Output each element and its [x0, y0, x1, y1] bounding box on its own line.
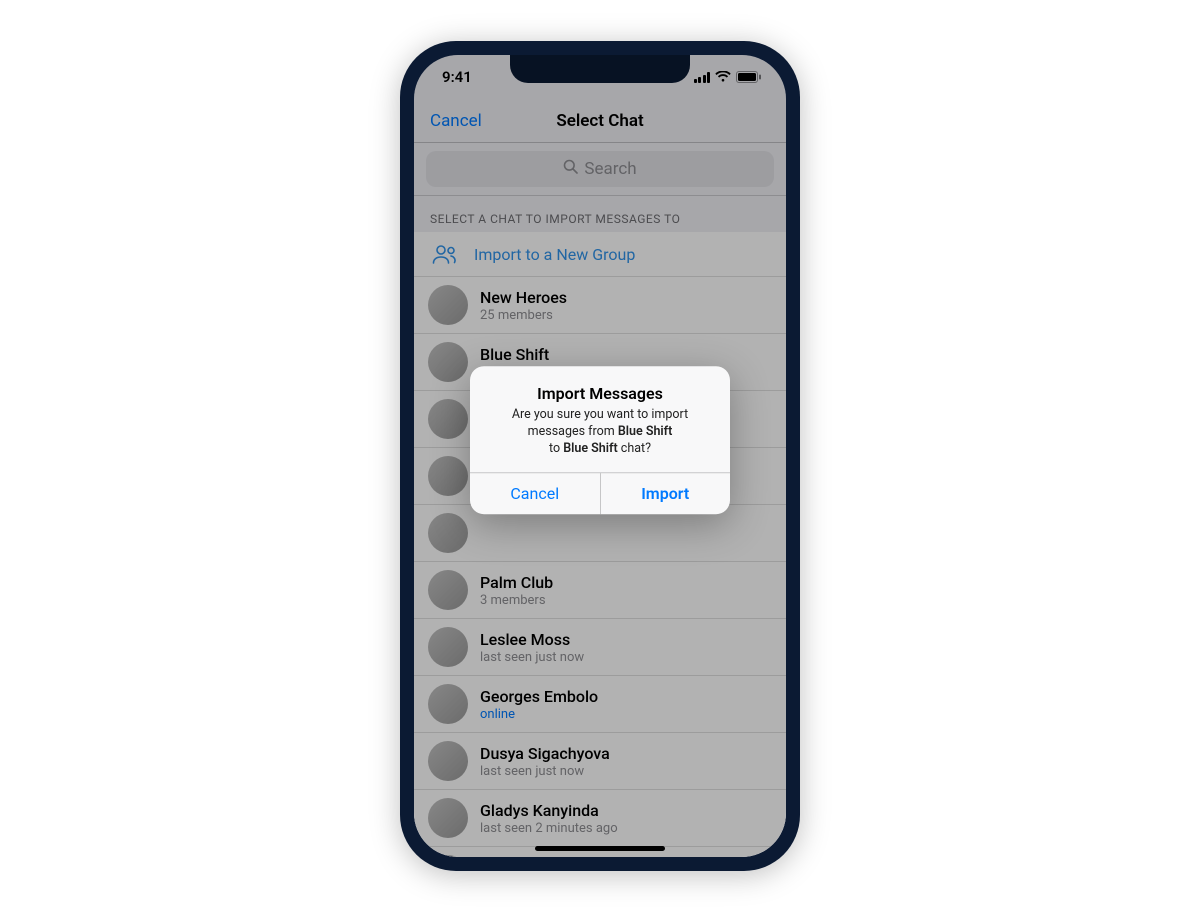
alert-message: Are you sure you want to import messages… [486, 407, 714, 458]
alert-title: Import Messages [486, 384, 714, 403]
import-alert: Import Messages Are you sure you want to… [470, 366, 730, 514]
alert-body: Import Messages Are you sure you want to… [470, 366, 730, 472]
home-indicator[interactable] [535, 846, 665, 851]
phone-frame: 9:41 Cancel Select Chat Search [400, 41, 800, 871]
alert-actions: Cancel Import [470, 472, 730, 514]
phone-screen: 9:41 Cancel Select Chat Search [414, 55, 786, 857]
alert-import-button[interactable]: Import [601, 473, 731, 514]
alert-cancel-button[interactable]: Cancel [470, 473, 601, 514]
